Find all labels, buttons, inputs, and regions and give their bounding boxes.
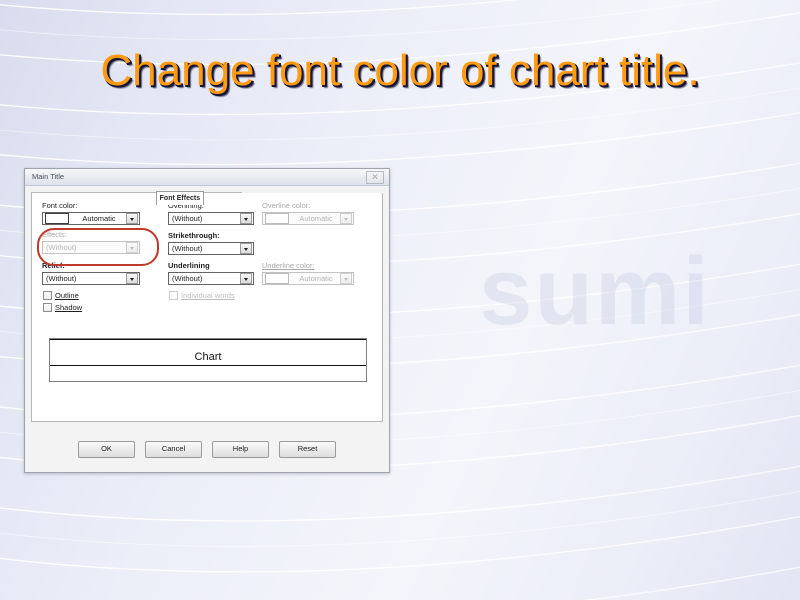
help-button[interactable]: Help <box>212 441 269 458</box>
relief-label: Relief: <box>42 261 65 270</box>
preview-baseline-rule <box>50 365 366 366</box>
individual-words-checkbox-row: Individual words <box>169 291 235 300</box>
chevron-down-icon[interactable] <box>240 213 252 224</box>
chevron-down-icon[interactable] <box>126 273 138 284</box>
reset-button[interactable]: Reset <box>279 441 336 458</box>
chevron-down-icon[interactable] <box>126 213 138 224</box>
strikethrough-label: Strikethrough: <box>168 231 220 240</box>
effects-combo[interactable]: (Without) <box>42 241 140 254</box>
chevron-down-icon <box>340 273 352 284</box>
overline-color-combo: Automatic <box>262 212 354 225</box>
strikethrough-combo[interactable]: (Without) <box>168 242 254 255</box>
preview-sample-text: Chart <box>194 351 222 363</box>
font-color-value: Automatic <box>82 214 116 223</box>
underline-color-value: Automatic <box>299 274 333 283</box>
dialog-page-font-effects: Font color: Automatic Effects: (Without)… <box>31 193 383 422</box>
chevron-down-icon[interactable] <box>240 243 252 254</box>
shadow-checkbox-label: Shadow <box>55 303 83 312</box>
strikethrough-value: (Without) <box>172 244 203 253</box>
overlining-combo[interactable]: (Without) <box>168 212 254 225</box>
shadow-checkbox-row[interactable]: Shadow <box>43 303 82 312</box>
underline-color-label: Underline color: <box>262 261 315 270</box>
underline-color-combo: Automatic <box>262 272 354 285</box>
outline-checkbox-label: Outline <box>55 291 79 300</box>
tab-font-effects[interactable]: Font Effects <box>155 191 205 205</box>
chevron-down-icon <box>126 242 138 253</box>
close-icon[interactable]: ⛌ <box>366 171 384 184</box>
individual-words-checkbox-label: Individual words <box>181 291 235 300</box>
slide-canvas: sumi Change font color of chart title. M… <box>0 0 800 600</box>
outline-checkbox-row[interactable]: Outline <box>43 291 79 300</box>
overlining-value: (Without) <box>172 214 203 223</box>
ok-button[interactable]: OK <box>78 441 135 458</box>
preview-top-rule <box>50 339 366 340</box>
checkbox-icon <box>169 291 178 300</box>
main-title-dialog: Main Title ⛌ Borders Axes Transparency F… <box>24 168 390 473</box>
overline-color-label: Overline color: <box>262 201 311 210</box>
dialog-title-text: Main Title <box>32 172 65 181</box>
cancel-button[interactable]: Cancel <box>145 441 202 458</box>
checkbox-icon[interactable] <box>43 291 52 300</box>
font-color-swatch <box>45 213 69 224</box>
overline-color-swatch <box>265 213 289 224</box>
effects-value: (Without) <box>46 243 77 252</box>
chevron-down-icon <box>340 213 352 224</box>
relief-combo[interactable]: (Without) <box>42 272 140 285</box>
overline-color-value: Automatic <box>299 214 333 223</box>
font-effects-preview: Chart <box>49 338 367 382</box>
underlining-label: Underlining <box>168 261 210 270</box>
checkbox-icon[interactable] <box>43 303 52 312</box>
underlining-combo[interactable]: (Without) <box>168 272 254 285</box>
chevron-down-icon[interactable] <box>240 273 252 284</box>
relief-value: (Without) <box>46 274 77 283</box>
dialog-button-row: OK Cancel Help Reset <box>25 441 389 458</box>
effects-label: Effects: <box>42 230 67 239</box>
font-color-combo[interactable]: Automatic <box>42 212 140 225</box>
dialog-titlebar: Main Title ⛌ <box>25 169 389 186</box>
slide-title: Change font color of chart title. <box>100 46 700 95</box>
font-color-label: Font color: <box>42 201 78 210</box>
underline-color-swatch <box>265 273 289 284</box>
underlining-value: (Without) <box>172 274 203 283</box>
background-watermark: sumi <box>478 238 712 345</box>
